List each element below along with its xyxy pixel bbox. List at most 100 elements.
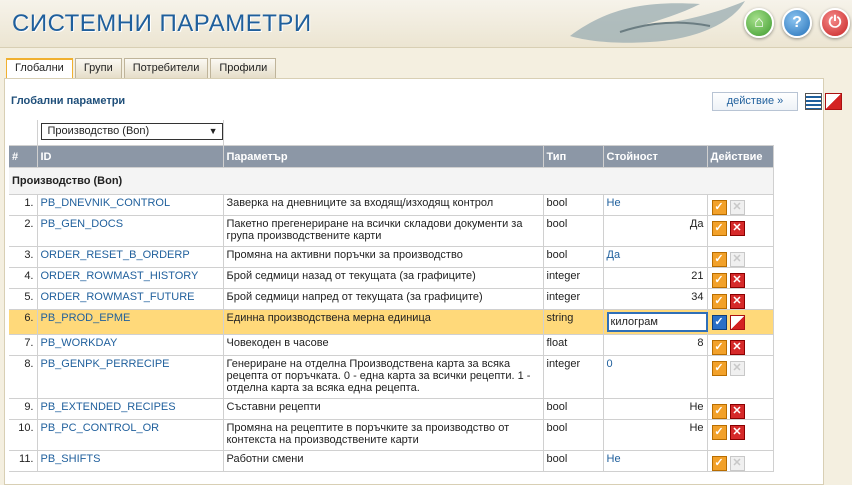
row-id-link[interactable]: PB_WORKDAY (37, 334, 224, 356)
value-input[interactable]: килограм (606, 311, 708, 332)
row-number: 7. (9, 334, 38, 356)
row-id-link[interactable]: PB_PC_CONTROL_OR (37, 419, 224, 451)
row-param: Заверка на дневниците за входящ/изходящ … (223, 194, 544, 216)
row-actions: ✓ ✕ (707, 398, 774, 420)
row-actions: ✓ ✕ (707, 246, 774, 268)
tab-global[interactable]: Глобални (6, 58, 73, 79)
row-number: 10. (9, 419, 38, 451)
row-value: Не (603, 450, 708, 472)
edit-button[interactable]: ✓ (711, 251, 727, 267)
table-row[interactable]: 4. ORDER_ROWMAST_HISTORY Брой седмици наза… (9, 267, 774, 289)
col-header-param[interactable]: Параметър (223, 145, 544, 168)
row-param: Генериране на отделна Производствена кар… (223, 355, 544, 399)
group-filter-select[interactable]: Производство (Bon) ▼ (40, 123, 223, 140)
edit-button[interactable]: ✓ (711, 199, 727, 215)
table-row[interactable]: 8. PB_GENPK_PERRECIPE Генериране на отделн… (9, 355, 774, 399)
save-button[interactable]: ✓ (711, 314, 727, 330)
table-row[interactable]: 7. PB_WORKDAY Човекоден в часове float 8 ✓ ✕ (9, 334, 774, 356)
row-actions: ✓ ✕ (707, 288, 774, 310)
row-id-link[interactable]: ORDER_RESET_B_ORDERP (37, 246, 224, 268)
row-id-link[interactable]: PB_GEN_DOCS (37, 215, 224, 247)
row-id-link[interactable]: PB_DNEVNIK_CONTROL (37, 194, 224, 216)
edit-button[interactable]: ✓ (711, 339, 727, 355)
row-id-link[interactable]: ORDER_ROWMAST_FUTURE (37, 288, 224, 310)
row-id-link[interactable]: PB_SHIFTS (37, 450, 224, 472)
delete-button[interactable]: ✕ (729, 293, 745, 309)
row-value: Не (603, 419, 708, 451)
table-row[interactable]: 5. ORDER_ROWMAST_FUTURE Брой седмици напре… (9, 288, 774, 310)
row-number: 9. (9, 398, 38, 420)
cancel-button[interactable] (729, 314, 745, 330)
edit-button[interactable]: ✓ (711, 272, 727, 288)
table-row[interactable]: 2. PB_GEN_DOCS Пакетно прегенериране на вс… (9, 215, 774, 247)
row-number: 8. (9, 355, 38, 399)
row-type: bool (543, 450, 604, 472)
row-id-link[interactable]: PB_EXTENDED_RECIPES (37, 398, 224, 420)
delete-button: ✕ (729, 455, 745, 471)
edit-button[interactable]: ✓ (711, 293, 727, 309)
table-row[interactable]: 6. PB_PROD_EPME Единна производствена мерн… (9, 309, 774, 335)
row-value: 21 (603, 267, 708, 289)
app-header: СИСТЕМНИ ПАРАМЕТРИ ⌂ ? ⏻ (0, 0, 852, 48)
row-number: 3. (9, 246, 38, 268)
power-icon[interactable]: ⏻ (820, 8, 850, 38)
row-type: bool (543, 215, 604, 247)
col-header-value[interactable]: Стойност (603, 145, 708, 168)
row-number: 1. (9, 194, 38, 216)
delete-button[interactable]: ✕ (729, 403, 745, 419)
row-id-link[interactable]: PB_GENPK_PERRECIPE (37, 355, 224, 399)
row-number: 2. (9, 215, 38, 247)
row-type: bool (543, 246, 604, 268)
clear-icon[interactable] (825, 93, 842, 110)
row-actions: ✓ (707, 309, 774, 335)
row-type: bool (543, 419, 604, 451)
row-actions: ✓ ✕ (707, 419, 774, 451)
row-value: 34 (603, 288, 708, 310)
row-type: string (543, 309, 604, 335)
home-icon[interactable]: ⌂ (744, 8, 774, 38)
row-value: Не (603, 194, 708, 216)
row-number: 11. (9, 450, 38, 472)
row-param: Единна производствена мерна единица (223, 309, 544, 335)
row-id-link[interactable]: PB_PROD_EPME (37, 309, 224, 335)
row-actions: ✓ ✕ (707, 450, 774, 472)
row-value: 8 (603, 334, 708, 356)
help-icon[interactable]: ? (782, 8, 812, 38)
row-id-link[interactable]: ORDER_ROWMAST_HISTORY (37, 267, 224, 289)
row-actions: ✓ ✕ (707, 267, 774, 289)
action-button[interactable]: действие » (712, 92, 798, 111)
parameters-table: Производство (Bon) ▼ # ID Параметър Тип … (9, 120, 774, 472)
row-param: Пакетно прегенериране на всички складови… (223, 215, 544, 247)
table-row[interactable]: 9. PB_EXTENDED_RECIPES Съставни рецепти boo… (9, 398, 774, 420)
edit-button[interactable]: ✓ (711, 220, 727, 236)
tab-users[interactable]: Потребители (123, 58, 209, 78)
table-row[interactable]: 3. ORDER_RESET_B_ORDERP Промяна на активни… (9, 246, 774, 268)
delete-button[interactable]: ✕ (729, 424, 745, 440)
edit-button[interactable]: ✓ (711, 360, 727, 376)
delete-button[interactable]: ✕ (729, 272, 745, 288)
row-value: 0 (603, 355, 708, 399)
delete-button[interactable]: ✕ (729, 339, 745, 355)
row-param: Брой седмици назад от текущата (за графи… (223, 267, 544, 289)
chevron-down-icon: ▼ (208, 126, 218, 136)
list-view-icon[interactable] (805, 93, 822, 110)
row-value: Не (603, 398, 708, 420)
tab-profiles[interactable]: Профили (210, 58, 277, 78)
edit-button[interactable]: ✓ (711, 424, 727, 440)
tab-bar: Глобални Групи Потребители Профили (6, 58, 277, 79)
table-row[interactable]: 1. PB_DNEVNIK_CONTROL Заверка на дневницит… (9, 194, 774, 216)
edit-button[interactable]: ✓ (711, 455, 727, 471)
table-row[interactable]: 10. PB_PC_CONTROL_OR Промяна на рецептите … (9, 419, 774, 451)
panel-title: Глобални параметри (11, 95, 126, 107)
row-number: 6. (9, 309, 38, 335)
row-type: integer (543, 355, 604, 399)
tab-groups[interactable]: Групи (74, 58, 122, 78)
row-actions: ✓ ✕ (707, 194, 774, 216)
row-param: Промяна на активни поръчки за производст… (223, 246, 544, 268)
delete-button[interactable]: ✕ (729, 220, 745, 236)
table-row[interactable]: 11. PB_SHIFTS Работни смени bool Не ✓ ✕ (9, 450, 774, 472)
col-header-type[interactable]: Тип (543, 145, 604, 168)
col-header-action: Действие (707, 145, 774, 168)
edit-button[interactable]: ✓ (711, 403, 727, 419)
col-header-id[interactable]: ID (37, 145, 224, 168)
